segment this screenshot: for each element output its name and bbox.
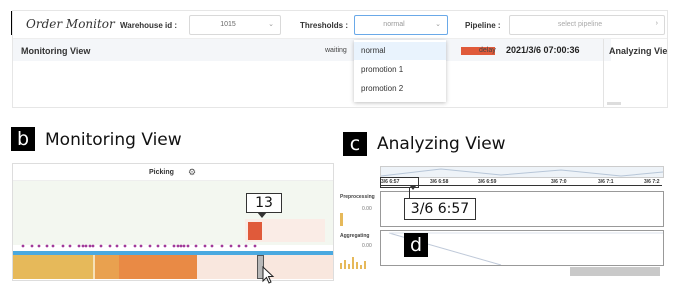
chevron-down-icon: › xyxy=(655,20,658,27)
thresholds-dropdown-menu: normal promotion 1 promotion 2 xyxy=(354,40,446,102)
panel-d-badge: d xyxy=(404,233,428,257)
order-dot xyxy=(77,244,81,248)
aggregating-value: 0.00 xyxy=(362,243,372,249)
analyzing-view-panel: 3/6 6:57 3/6 6:58 3/6 6:59 3/6 7:0 3/6 7… xyxy=(338,163,666,279)
order-dot xyxy=(21,244,25,248)
delay-bar xyxy=(248,222,262,240)
order-dot xyxy=(203,244,207,248)
horizontal-scrollbar[interactable] xyxy=(570,267,660,276)
monitoring-view-panel: Picking ⚙ 13 xyxy=(12,163,334,281)
order-dot xyxy=(123,244,127,248)
order-dot xyxy=(61,244,65,248)
waiting-legend-label: waiting xyxy=(325,47,347,54)
panel-b-badge: b xyxy=(11,127,35,151)
order-dot xyxy=(253,244,257,248)
heat-block-1 xyxy=(13,255,93,279)
warehouse-label: Warehouse id : xyxy=(120,21,178,30)
threshold-option-promotion-1[interactable]: promotion 1 xyxy=(354,61,446,79)
order-dot xyxy=(81,244,85,248)
tick-label: 3/6 7:2 xyxy=(644,179,660,185)
order-dot xyxy=(148,244,152,248)
time-axis-line xyxy=(380,185,662,186)
row-label-preprocessing: Preprocessing xyxy=(340,194,375,200)
order-dot xyxy=(163,244,167,248)
scroll-hint xyxy=(607,102,621,105)
order-dot xyxy=(30,244,34,248)
tick-label: 3/6 7:1 xyxy=(598,179,614,185)
order-dots-strip xyxy=(21,244,257,248)
order-dot xyxy=(37,244,41,248)
heat-block-2 xyxy=(95,255,119,279)
order-dot xyxy=(186,244,190,248)
order-dot xyxy=(172,244,176,248)
preprocessing-value: 0.00 xyxy=(362,206,372,212)
delay-count-callout: 13 xyxy=(246,193,282,213)
order-dot xyxy=(194,244,198,248)
selected-tick-marker xyxy=(410,186,416,190)
mouse-cursor-icon xyxy=(262,265,276,289)
aggregating-mini-histogram xyxy=(340,257,366,269)
pipeline-placeholder: select pipeline xyxy=(557,21,603,28)
app-title: Order Monitor xyxy=(26,17,115,31)
stage-title: Picking xyxy=(149,169,174,176)
analyzing-view-title: Analyzing Vie xyxy=(609,46,668,56)
order-dot xyxy=(220,244,224,248)
order-dot xyxy=(84,244,88,248)
warehouse-value: 1015 xyxy=(220,21,236,28)
order-dot xyxy=(237,244,241,248)
monitoring-view-heading: Monitoring View xyxy=(45,130,182,150)
heat-block-3 xyxy=(119,255,197,279)
pipeline-label: Pipeline : xyxy=(465,21,501,30)
order-dot xyxy=(210,244,214,248)
order-monitor-window: Order Monitor Warehouse id : 1015 ⌄ Thre… xyxy=(12,10,668,108)
order-dots xyxy=(21,244,257,248)
row-label-aggregating: Aggregating xyxy=(340,233,370,239)
panel-c-badge: c xyxy=(343,132,367,156)
delay-legend-label: delay xyxy=(479,47,496,54)
order-dot xyxy=(156,244,160,248)
gear-icon[interactable]: ⚙ xyxy=(188,167,196,178)
order-dot xyxy=(108,244,112,248)
threshold-option-normal[interactable]: normal xyxy=(354,42,446,60)
order-dot xyxy=(45,244,49,248)
chevron-down-icon: ⌄ xyxy=(268,21,274,28)
thresholds-label: Thresholds : xyxy=(300,21,349,30)
time-marker-line xyxy=(409,188,410,198)
pipeline-select[interactable]: select pipeline › xyxy=(509,15,665,35)
analyzing-view-heading: Analyzing View xyxy=(377,134,506,154)
overview-strip xyxy=(380,166,664,178)
preprocessing-mini-bar xyxy=(340,213,343,226)
chevron-down-icon: ⌄ xyxy=(435,21,441,28)
order-dot xyxy=(91,244,95,248)
order-dot xyxy=(176,244,180,248)
order-dot xyxy=(179,244,183,248)
current-timestamp: 2021/3/6 07:00:36 xyxy=(506,45,580,55)
order-dot xyxy=(182,244,186,248)
order-dot xyxy=(229,244,233,248)
warehouse-select[interactable]: 1015 ⌄ xyxy=(189,15,281,35)
monitoring-view-title: Monitoring View xyxy=(21,46,91,56)
order-dot xyxy=(115,244,119,248)
view-divider xyxy=(603,39,604,107)
order-dot xyxy=(133,244,137,248)
order-dot xyxy=(99,244,103,248)
tick-label: 3/6 7:0 xyxy=(551,179,567,185)
selected-time-callout: 3/6 6:57 xyxy=(404,198,476,220)
order-dot xyxy=(88,244,92,248)
order-dot xyxy=(139,244,143,248)
order-dot xyxy=(51,244,55,248)
order-dot xyxy=(68,244,72,248)
threshold-option-promotion-2[interactable]: promotion 2 xyxy=(354,80,446,98)
tick-label: 3/6 6:58 xyxy=(430,179,449,185)
order-dot xyxy=(244,244,248,248)
thresholds-select[interactable]: normal ⌄ xyxy=(354,15,448,35)
tick-label: 3/6 6:59 xyxy=(478,179,497,185)
thresholds-value: normal xyxy=(383,21,405,28)
